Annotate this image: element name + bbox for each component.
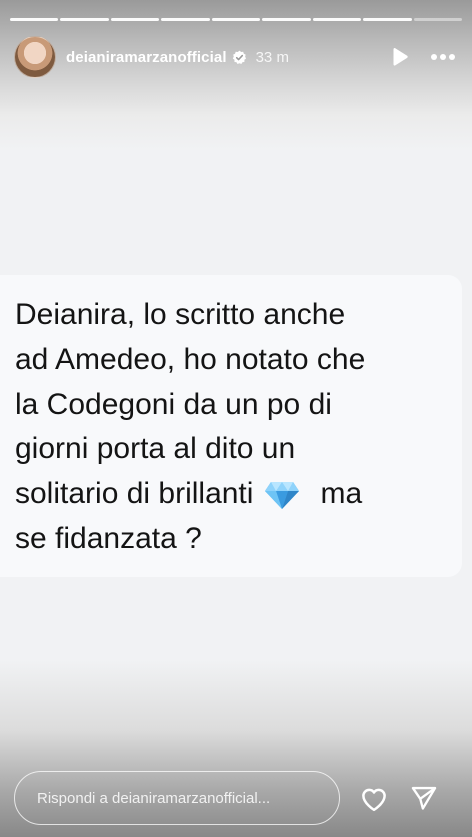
more-options-button[interactable]	[428, 42, 458, 72]
play-icon	[393, 48, 408, 66]
story-footer	[14, 771, 458, 825]
post-time: 33 m	[255, 48, 289, 66]
progress-segment	[211, 18, 261, 21]
message-line: ad Amedeo, ho notato che	[15, 342, 366, 376]
progress-segment	[60, 18, 109, 21]
like-button[interactable]	[356, 780, 392, 816]
avatar[interactable]	[14, 36, 56, 78]
heart-icon	[362, 788, 386, 812]
message-line: Deianira, lo scritto anche	[15, 298, 346, 331]
story-progress-bar	[10, 18, 462, 21]
progress-segment	[161, 18, 210, 21]
username[interactable]: deianiramarzanofficial	[66, 49, 227, 66]
reply-input[interactable]	[14, 771, 340, 825]
message-text: Deianira, lo scritto anche ad Amedeo, ho…	[15, 293, 455, 562]
progress-segment	[413, 18, 462, 21]
story-header: deianiramarzanofficial 33 m	[14, 36, 458, 78]
send-button[interactable]	[406, 780, 442, 816]
message-line: solitario di brillanti	[15, 477, 254, 511]
gem-stone-emoji-icon	[264, 479, 300, 510]
send-icon	[411, 786, 437, 810]
progress-segment	[10, 18, 59, 21]
message-line: giorni porta al dito un	[15, 432, 296, 466]
story-view: deianiramarzanofficial 33 m Deianira, lo…	[0, 0, 472, 837]
progress-segment	[363, 18, 412, 21]
message-line: ma	[320, 477, 363, 511]
verified-badge-icon	[232, 50, 247, 65]
more-options-icon	[431, 54, 455, 60]
progress-segment	[262, 18, 311, 21]
message-line: se fidanzata ?	[15, 521, 202, 555]
message-line: la Codegoni da un po di	[15, 387, 332, 421]
progress-segment	[312, 18, 362, 21]
progress-segment	[110, 18, 160, 21]
play-button[interactable]	[384, 42, 414, 72]
